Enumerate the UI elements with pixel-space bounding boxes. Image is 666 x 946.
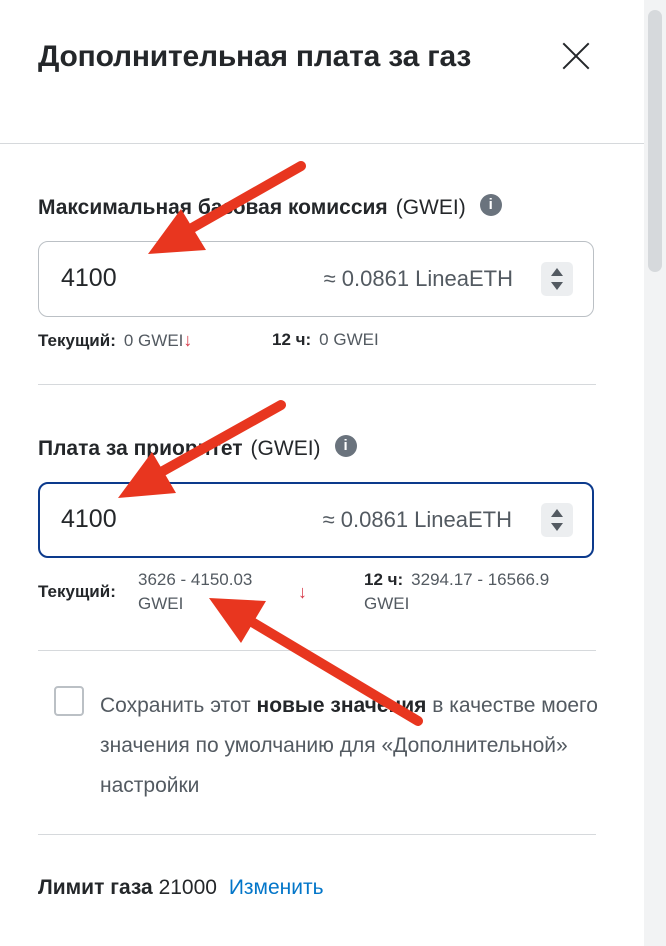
max-base-fee-unit: (GWEI) [395,196,466,219]
current-range: 3626 - 4150.03 [138,570,253,589]
header-divider [0,143,644,144]
max-base-fee-label-row: Максимальная базовая комиссия (GWEI) i [38,194,502,220]
priority-fee-label: Плата за приоритет [38,437,243,460]
arrow-down-icon: ↓ [298,582,307,602]
save-default-checkbox[interactable] [54,686,84,716]
arrow-down-icon: ↓ [183,330,193,350]
current-unit: GWEI [138,594,184,613]
section-divider [38,650,596,651]
priority-fee-unit: (GWEI) [250,437,321,460]
gas-limit-value: 21000 [158,876,217,899]
max-base-fee-input[interactable]: 4100 ≈ 0.0861 LineaETH [38,241,594,317]
max-base-fee-value[interactable]: 4100 [61,264,117,293]
save-default-text-before: Сохранить этот [100,694,251,717]
current-value: 0 GWEI [123,331,184,350]
info-icon[interactable]: i [479,194,502,217]
current-key: Текущий: [38,331,116,350]
max-base-fee-label: Максимальная базовая комиссия [38,196,388,219]
save-default-text-bold: новые значения [256,694,427,717]
history-value: 0 GWEI [319,330,379,349]
history-range: 3294.17 - 16566.9 [411,570,550,589]
history-key: 12 ч: [364,570,404,589]
info-icon[interactable]: i [334,435,357,458]
history-key: 12 ч: [272,330,312,349]
max-base-fee-history: 12 ч: 0 GWEI [272,328,379,352]
close-icon[interactable] [560,40,592,72]
current-key: Текущий: [38,582,116,601]
advanced-gas-fee-panel: Дополнительная плата за газ Максимальная… [0,0,666,946]
gas-limit-label: Лимит газа [38,876,153,899]
priority-fee-trend: ↓ [298,580,307,605]
page-title: Дополнительная плата за газ [38,40,472,73]
section-divider [38,384,596,385]
section-divider [38,834,596,835]
priority-fee-current: 3626 - 4150.03 GWEI [138,568,252,616]
priority-fee-conversion: ≈ 0.0861 LineaETH [322,507,512,532]
history-unit: GWEI [364,594,410,613]
priority-fee-current-key-wrap: Текущий: [38,580,124,604]
max-base-fee-current: Текущий: 0 GWEI↓ [38,328,192,353]
gas-limit-row: Лимит газа 21000 Изменить [38,876,324,900]
priority-fee-input[interactable]: 4100 ≈ 0.0861 LineaETH [38,482,594,558]
panel-header: Дополнительная плата за газ [38,36,598,80]
save-default-label[interactable]: Сохранить этот новые значения в качестве… [100,686,600,806]
priority-fee-label-row: Плата за приоритет (GWEI) i [38,435,357,461]
scrollbar-thumb[interactable] [648,10,662,272]
priority-fee-value[interactable]: 4100 [61,505,117,534]
stepper-icon[interactable] [541,503,573,537]
priority-fee-history: 12 ч: 3294.17 - 16566.9 GWEI [364,568,549,616]
edit-gas-limit-link[interactable]: Изменить [229,876,324,899]
max-base-fee-conversion: ≈ 0.0861 LineaETH [323,266,513,291]
stepper-icon[interactable] [541,262,573,296]
